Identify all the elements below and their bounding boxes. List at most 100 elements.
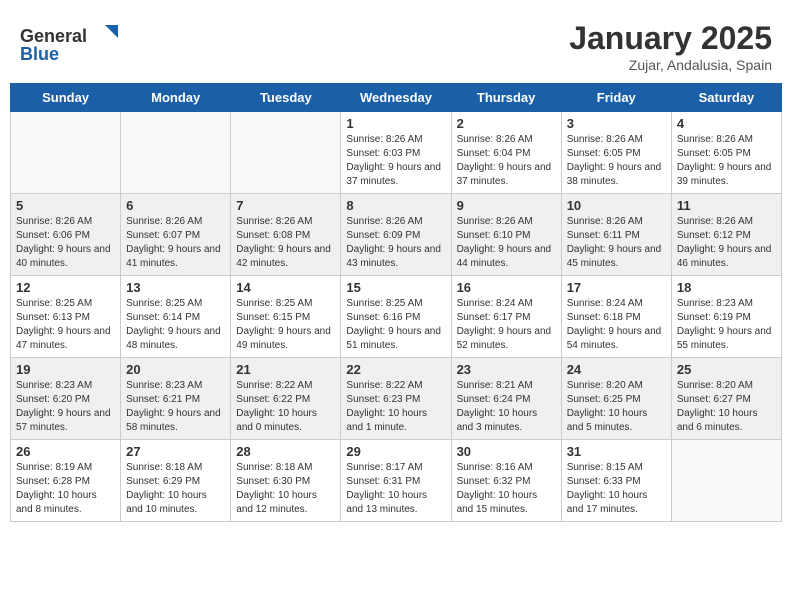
calendar-cell: 3Sunrise: 8:26 AM Sunset: 6:05 PM Daylig… <box>561 112 671 194</box>
day-header-saturday: Saturday <box>671 84 781 112</box>
day-number: 18 <box>677 280 776 295</box>
calendar-cell: 21 Sunrise: 8:22 AM Sunset: 6:22 PM Dayli… <box>231 358 341 440</box>
calendar-cell: 4Sunrise: 8:26 AM Sunset: 6:05 PM Daylig… <box>671 112 781 194</box>
day-number: 29 <box>346 444 445 459</box>
day-info: Sunrise: 8:25 AM Sunset: 6:13 PM Dayligh… <box>16 297 115 353</box>
calendar-cell: 19 Sunrise: 8:23 AM Sunset: 6:20 PM Dayli… <box>11 358 121 440</box>
calendar-cell: 24Sunrise: 8:20 AM Sunset: 6:25 PM Dayli… <box>561 358 671 440</box>
calendar-cell: 14 Sunrise: 8:25 AM Sunset: 6:15 PM Dayli… <box>231 276 341 358</box>
day-number: 8 <box>346 198 445 213</box>
calendar-cell: 20Sunrise: 8:23 AM Sunset: 6:21 PM Dayli… <box>121 358 231 440</box>
logo: General Blue <box>20 20 130 70</box>
calendar-cell <box>11 112 121 194</box>
calendar-cell: 12 Sunrise: 8:25 AM Sunset: 6:13 PM Dayli… <box>11 276 121 358</box>
day-number: 1 <box>346 116 445 131</box>
calendar-cell: 11 Sunrise: 8:26 AM Sunset: 6:12 PM Dayli… <box>671 194 781 276</box>
day-info: Sunrise: 8:26 AM Sunset: 6:12 PM Dayligh… <box>677 215 776 271</box>
calendar-cell: 2Sunrise: 8:26 AM Sunset: 6:04 PM Daylig… <box>451 112 561 194</box>
calendar-cell: 22 Sunrise: 8:22 AM Sunset: 6:23 PM Dayli… <box>341 358 451 440</box>
day-number: 24 <box>567 362 666 377</box>
day-number: 7 <box>236 198 335 213</box>
day-info: Sunrise: 8:26 AM Sunset: 6:11 PM Dayligh… <box>567 215 666 271</box>
week-row-4: 19 Sunrise: 8:23 AM Sunset: 6:20 PM Dayli… <box>11 358 782 440</box>
title-section: January 2025 Zujar, Andalusia, Spain <box>569 20 772 73</box>
logo-svg: General Blue <box>20 20 130 65</box>
calendar-cell: 31 Sunrise: 8:15 AM Sunset: 6:33 PM Dayli… <box>561 440 671 522</box>
calendar-cell: 29 Sunrise: 8:17 AM Sunset: 6:31 PM Dayli… <box>341 440 451 522</box>
day-info: Sunrise: 8:22 AM Sunset: 6:22 PM Dayligh… <box>236 379 335 435</box>
calendar-cell: 25Sunrise: 8:20 AM Sunset: 6:27 PM Dayli… <box>671 358 781 440</box>
day-header-monday: Monday <box>121 84 231 112</box>
day-number: 27 <box>126 444 225 459</box>
day-info: Sunrise: 8:26 AM Sunset: 6:08 PM Dayligh… <box>236 215 335 271</box>
day-info: Sunrise: 8:26 AM Sunset: 6:06 PM Dayligh… <box>16 215 115 271</box>
day-info: Sunrise: 8:25 AM Sunset: 6:16 PM Dayligh… <box>346 297 445 353</box>
calendar-cell: 30 Sunrise: 8:16 AM Sunset: 6:32 PM Dayli… <box>451 440 561 522</box>
day-info: Sunrise: 8:26 AM Sunset: 6:07 PM Dayligh… <box>126 215 225 271</box>
calendar-cell: 8Sunrise: 8:26 AM Sunset: 6:09 PM Daylig… <box>341 194 451 276</box>
calendar-cell: 1 Sunrise: 8:26 AM Sunset: 6:03 PM Daylig… <box>341 112 451 194</box>
days-header-row: SundayMondayTuesdayWednesdayThursdayFrid… <box>11 84 782 112</box>
day-info: Sunrise: 8:18 AM Sunset: 6:30 PM Dayligh… <box>236 461 335 517</box>
calendar-table: SundayMondayTuesdayWednesdayThursdayFrid… <box>10 83 782 522</box>
day-info: Sunrise: 8:23 AM Sunset: 6:19 PM Dayligh… <box>677 297 776 353</box>
day-info: Sunrise: 8:21 AM Sunset: 6:24 PM Dayligh… <box>457 379 556 435</box>
day-number: 28 <box>236 444 335 459</box>
calendar-cell: 17 Sunrise: 8:24 AM Sunset: 6:18 PM Dayli… <box>561 276 671 358</box>
day-info: Sunrise: 8:22 AM Sunset: 6:23 PM Dayligh… <box>346 379 445 435</box>
day-number: 5 <box>16 198 115 213</box>
calendar-cell: 7 Sunrise: 8:26 AM Sunset: 6:08 PM Daylig… <box>231 194 341 276</box>
day-info: Sunrise: 8:23 AM Sunset: 6:21 PM Dayligh… <box>126 379 225 435</box>
calendar-title: January 2025 <box>569 20 772 57</box>
day-info: Sunrise: 8:24 AM Sunset: 6:18 PM Dayligh… <box>567 297 666 353</box>
calendar-cell: 18 Sunrise: 8:23 AM Sunset: 6:19 PM Dayli… <box>671 276 781 358</box>
day-header-tuesday: Tuesday <box>231 84 341 112</box>
calendar-cell: 15 Sunrise: 8:25 AM Sunset: 6:16 PM Dayli… <box>341 276 451 358</box>
day-number: 13 <box>126 280 225 295</box>
day-number: 17 <box>567 280 666 295</box>
day-number: 21 <box>236 362 335 377</box>
calendar-cell <box>671 440 781 522</box>
calendar-cell <box>121 112 231 194</box>
day-info: Sunrise: 8:26 AM Sunset: 6:03 PM Dayligh… <box>346 133 445 189</box>
day-info: Sunrise: 8:26 AM Sunset: 6:04 PM Dayligh… <box>457 133 556 189</box>
day-info: Sunrise: 8:23 AM Sunset: 6:20 PM Dayligh… <box>16 379 115 435</box>
day-info: Sunrise: 8:20 AM Sunset: 6:27 PM Dayligh… <box>677 379 776 435</box>
calendar-cell: 28 Sunrise: 8:18 AM Sunset: 6:30 PM Dayli… <box>231 440 341 522</box>
day-info: Sunrise: 8:26 AM Sunset: 6:05 PM Dayligh… <box>677 133 776 189</box>
day-info: Sunrise: 8:16 AM Sunset: 6:32 PM Dayligh… <box>457 461 556 517</box>
week-row-5: 26Sunrise: 8:19 AM Sunset: 6:28 PM Dayli… <box>11 440 782 522</box>
day-number: 10 <box>567 198 666 213</box>
day-number: 14 <box>236 280 335 295</box>
day-number: 30 <box>457 444 556 459</box>
day-info: Sunrise: 8:15 AM Sunset: 6:33 PM Dayligh… <box>567 461 666 517</box>
day-number: 11 <box>677 198 776 213</box>
week-row-2: 5 Sunrise: 8:26 AM Sunset: 6:06 PM Daylig… <box>11 194 782 276</box>
logo-content: General Blue <box>20 20 130 70</box>
day-number: 22 <box>346 362 445 377</box>
day-info: Sunrise: 8:24 AM Sunset: 6:17 PM Dayligh… <box>457 297 556 353</box>
day-info: Sunrise: 8:26 AM Sunset: 6:10 PM Dayligh… <box>457 215 556 271</box>
calendar-cell: 10 Sunrise: 8:26 AM Sunset: 6:11 PM Dayli… <box>561 194 671 276</box>
day-info: Sunrise: 8:25 AM Sunset: 6:15 PM Dayligh… <box>236 297 335 353</box>
calendar-cell: 23Sunrise: 8:21 AM Sunset: 6:24 PM Dayli… <box>451 358 561 440</box>
day-number: 3 <box>567 116 666 131</box>
day-info: Sunrise: 8:25 AM Sunset: 6:14 PM Dayligh… <box>126 297 225 353</box>
calendar-subtitle: Zujar, Andalusia, Spain <box>569 57 772 73</box>
calendar-cell: 5 Sunrise: 8:26 AM Sunset: 6:06 PM Daylig… <box>11 194 121 276</box>
day-header-friday: Friday <box>561 84 671 112</box>
day-info: Sunrise: 8:17 AM Sunset: 6:31 PM Dayligh… <box>346 461 445 517</box>
day-number: 15 <box>346 280 445 295</box>
calendar-cell: 16Sunrise: 8:24 AM Sunset: 6:17 PM Dayli… <box>451 276 561 358</box>
calendar-cell: 6 Sunrise: 8:26 AM Sunset: 6:07 PM Daylig… <box>121 194 231 276</box>
svg-text:Blue: Blue <box>20 44 59 64</box>
calendar-cell: 26Sunrise: 8:19 AM Sunset: 6:28 PM Dayli… <box>11 440 121 522</box>
day-number: 6 <box>126 198 225 213</box>
calendar-cell: 27 Sunrise: 8:18 AM Sunset: 6:29 PM Dayli… <box>121 440 231 522</box>
day-number: 31 <box>567 444 666 459</box>
day-info: Sunrise: 8:18 AM Sunset: 6:29 PM Dayligh… <box>126 461 225 517</box>
svg-text:General: General <box>20 26 87 46</box>
day-number: 9 <box>457 198 556 213</box>
day-number: 19 <box>16 362 115 377</box>
day-number: 12 <box>16 280 115 295</box>
